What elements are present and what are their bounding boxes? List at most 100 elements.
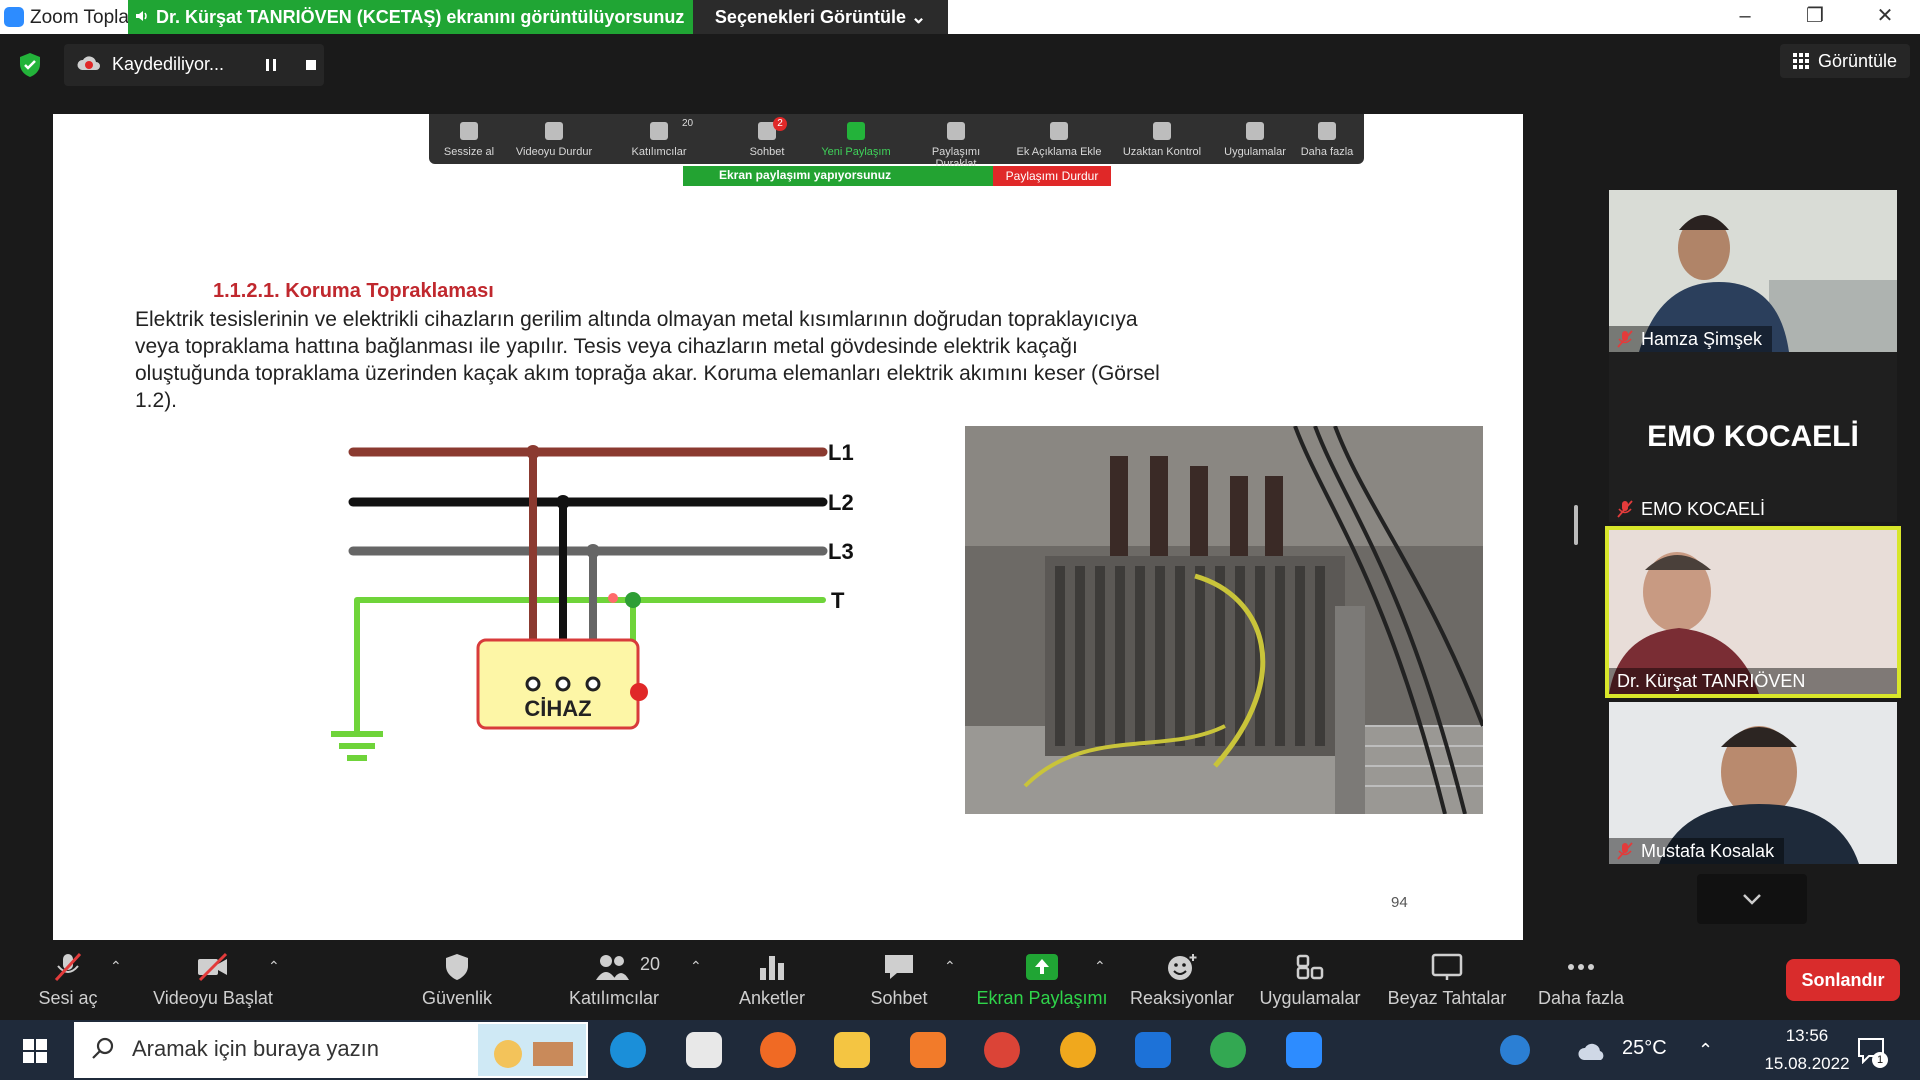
polls-icon[interactable]: [755, 952, 789, 982]
weather-temperature[interactable]: 25°C: [1622, 1037, 1667, 1060]
presenter-mute: Sessize al: [443, 146, 495, 158]
shield-check-icon[interactable]: [18, 52, 42, 78]
clock-date[interactable]: 15.08.2022: [1742, 1054, 1872, 1074]
participant-tile-mustafa[interactable]: Mustafa Kosalak: [1609, 702, 1897, 864]
whiteboards-button[interactable]: Beyaz Tahtalar: [1372, 988, 1522, 1009]
app-rocket-icon[interactable]: [910, 1032, 946, 1068]
chat-caret-icon[interactable]: ⌃: [944, 958, 956, 975]
share-screen-button[interactable]: Ekran Paylaşımı: [967, 988, 1117, 1009]
search-placeholder: Aramak için buraya yazın: [132, 1036, 379, 1061]
page-number: 94: [1391, 894, 1408, 911]
presenter-participants: Katılımcılar: [631, 146, 687, 158]
muted-mic-icon: [1617, 500, 1633, 518]
tray-expand-icon[interactable]: ⌃: [1698, 1040, 1713, 1061]
chevron-down-icon: [1743, 894, 1761, 905]
microsoft-store-icon[interactable]: [686, 1032, 722, 1068]
search-highlight-illustration-icon: [478, 1024, 586, 1076]
file-explorer-icon[interactable]: [834, 1032, 870, 1068]
chat-badge: 2: [773, 117, 787, 131]
presenter-more: Daha fazla: [1300, 146, 1354, 158]
participants-caret-icon[interactable]: ⌃: [690, 958, 702, 975]
recording-label: Kaydediliyor...: [112, 54, 225, 74]
participant-name: EMO KOCAELİ: [1641, 499, 1766, 519]
label-l3: L3: [828, 539, 854, 564]
new-share-icon: [847, 122, 865, 140]
apps-icon[interactable]: [1293, 952, 1327, 982]
share-caret-icon[interactable]: ⌃: [1094, 958, 1106, 975]
protective-earthing-diagram: L1 L2 L3 T CİHAZ: [331, 440, 854, 761]
audio-options-caret-icon[interactable]: ⌃: [110, 958, 122, 975]
whiteboard-icon[interactable]: [1430, 952, 1464, 982]
label-l1: L1: [828, 440, 854, 465]
annotate-icon: [1050, 122, 1068, 140]
close-button[interactable]: ✕: [1850, 0, 1920, 34]
muted-mic-icon[interactable]: [51, 952, 85, 982]
presenter-toolbar: Sessize al Videoyu Durdur 20 Katılımcıla…: [429, 114, 1364, 170]
presenter-annotate: Ek Açıklama Ekle: [1016, 146, 1102, 158]
zoom-taskbar-icon[interactable]: [1286, 1032, 1322, 1068]
presenter-remote-control: Uzaktan Kontrol: [1122, 146, 1202, 158]
participant-name: Dr. Kürşat TANRIÖVEN (KCETAŞ): [1609, 668, 1897, 694]
reactions-icon[interactable]: [1165, 952, 1199, 982]
chrome-profile-icon[interactable]: [1210, 1032, 1246, 1068]
presenter-stop-share: Paylaşımı Durdur: [993, 166, 1111, 186]
gallery-resize-handle[interactable]: [1574, 505, 1578, 545]
security-button[interactable]: Güvenlik: [382, 988, 532, 1009]
shared-screen-content: Sessize al Videoyu Durdur 20 Katılımcıla…: [53, 114, 1523, 940]
participants-count: 20: [640, 954, 661, 974]
more-icon[interactable]: [1564, 952, 1598, 982]
presenter-new-share: Yeni Paylaşım: [821, 146, 891, 158]
cloud-record-icon: [77, 56, 100, 70]
video-off-icon[interactable]: [196, 952, 230, 982]
participant-tile-emo[interactable]: EMO KOCAELİ EMO KOCAELİ: [1609, 352, 1897, 522]
video-icon: [545, 122, 563, 140]
stop-recording-icon[interactable]: [302, 56, 320, 74]
participant-display-name: EMO KOCAELİ: [1647, 420, 1859, 453]
mic-icon: [460, 122, 478, 140]
device-label: CİHAZ: [524, 696, 591, 721]
help-icon[interactable]: [1500, 1035, 1530, 1065]
transformer-photo: [965, 426, 1483, 814]
app-shield-icon[interactable]: [1060, 1032, 1096, 1068]
view-options-dropdown[interactable]: Seçenekleri Görüntüle ⌄: [693, 0, 948, 34]
clock-time[interactable]: 13:56: [1762, 1026, 1852, 1046]
unmute-button[interactable]: Sesi aç: [0, 988, 143, 1009]
windows-start-icon[interactable]: [22, 1038, 48, 1064]
document-paragraph: Elektrik tesislerinin ve elektrikli ciha…: [135, 308, 1160, 412]
app-orange-icon[interactable]: [760, 1032, 796, 1068]
participant-name: Mustafa Kosalak: [1609, 838, 1785, 864]
apps-button[interactable]: Uygulamalar: [1235, 988, 1385, 1009]
grid-icon: [1793, 53, 1809, 69]
label-t: T: [831, 588, 845, 613]
mail-icon[interactable]: [1135, 1032, 1171, 1068]
pause-share-icon: [947, 122, 965, 140]
presenter-share-banner-text: Ekran paylaşımı yapıyorsunuz: [719, 168, 892, 182]
presenter-participant-count: 20: [682, 118, 694, 129]
pause-recording-icon[interactable]: [262, 56, 280, 74]
edge-browser-icon[interactable]: [610, 1032, 646, 1068]
share-screen-icon[interactable]: [1025, 952, 1059, 982]
participant-tile-active-speaker[interactable]: Dr. Kürşat TANRIÖVEN (KCETAŞ): [1605, 526, 1901, 698]
chrome-icon[interactable]: [984, 1032, 1020, 1068]
document-heading: 1.1.2.1. Koruma Topraklaması: [213, 280, 494, 302]
video-options-caret-icon[interactable]: ⌃: [268, 958, 280, 975]
minimize-button[interactable]: –: [1710, 0, 1780, 34]
more-icon: [1318, 122, 1336, 140]
participant-name: Hamza Şimşek: [1609, 326, 1773, 352]
more-button[interactable]: Daha fazla: [1506, 988, 1656, 1009]
participants-icon[interactable]: [595, 952, 629, 982]
chat-button[interactable]: Sohbet: [824, 988, 974, 1009]
participant-tile-hamza[interactable]: Hamza Şimşek: [1609, 190, 1897, 352]
start-video-button[interactable]: Videoyu Başlat: [138, 988, 288, 1009]
search-icon: [92, 1037, 114, 1059]
security-shield-icon[interactable]: [440, 952, 474, 982]
participants-icon: [650, 122, 668, 140]
gallery-next-button[interactable]: [1697, 874, 1807, 924]
chat-icon[interactable]: [882, 952, 916, 982]
end-meeting-button[interactable]: Sonlandır: [1786, 959, 1900, 1001]
presenter-stop-video: Videoyu Durdur: [515, 146, 593, 158]
presenter-chat: Sohbet: [749, 146, 785, 158]
participants-button[interactable]: Katılımcılar: [539, 988, 689, 1009]
restore-button[interactable]: ❐: [1780, 0, 1850, 34]
apps-icon: [1246, 122, 1264, 140]
